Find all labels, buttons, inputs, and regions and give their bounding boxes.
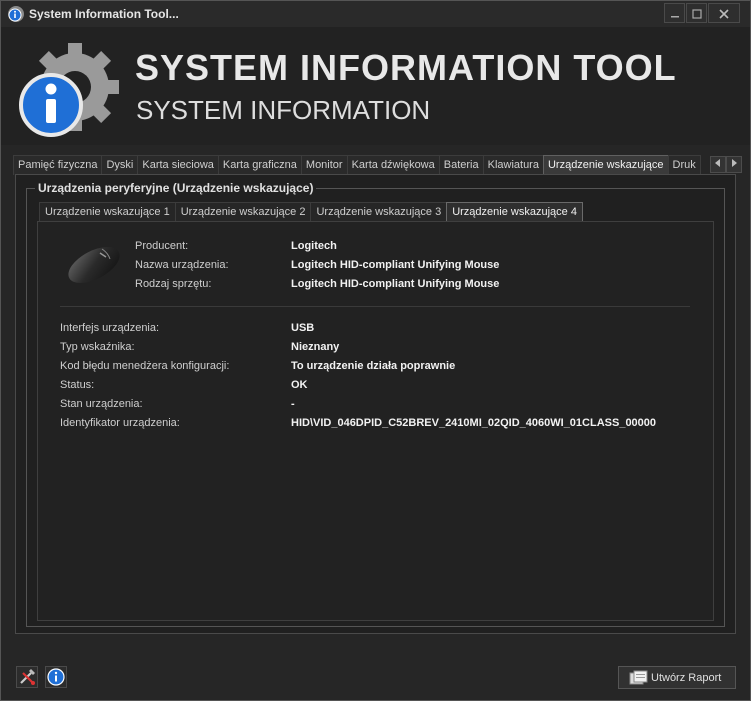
tab-bateria[interactable]: Bateria bbox=[438, 155, 484, 175]
status-value: OK bbox=[291, 379, 308, 391]
create-report-label: Utwórz Raport bbox=[651, 672, 722, 684]
gear-info-logo-icon bbox=[19, 43, 119, 137]
minimize-icon bbox=[670, 16, 679, 18]
device-state-label: Stan urządzenia: bbox=[60, 398, 143, 410]
device-subtabs: Urządzenie wskazujące 1 Urządzenie wskazu… bbox=[39, 202, 583, 222]
device-details-panel: Producent: Logitech Nazwa urządzenia: Lo… bbox=[37, 221, 714, 621]
tab-karta-graficzna[interactable]: Karta graficzna bbox=[217, 155, 302, 175]
config-error-value: To urządzenie działa poprawnie bbox=[291, 360, 456, 372]
tab-dyski[interactable]: Dyski bbox=[101, 155, 139, 175]
pointer-type-value: Nieznany bbox=[291, 341, 340, 353]
mouse-icon bbox=[68, 246, 120, 284]
header-banner: SYSTEM INFORMATION TOOL SYSTEM INFORMATI… bbox=[1, 27, 750, 145]
interface-label: Interfejs urządzenia: bbox=[60, 322, 160, 334]
subtab-device-3[interactable]: Urządzenie wskazujące 3 bbox=[310, 202, 448, 222]
maximize-icon bbox=[691, 9, 702, 19]
tab-karta-dzwiekowa[interactable]: Karta dźwiękowa bbox=[346, 155, 440, 175]
tab-klawiatura[interactable]: Klawiatura bbox=[482, 155, 544, 175]
tab-scroll-right-button[interactable] bbox=[726, 156, 742, 173]
group-title: Urządzenia peryferyjne (Urządzenie wskaz… bbox=[35, 181, 317, 195]
tab-urzadzenie-wskazujace[interactable]: Urządzenie wskazujące bbox=[542, 155, 669, 175]
tab-karta-sieciowa[interactable]: Karta sieciowa bbox=[137, 155, 219, 175]
interface-value: USB bbox=[291, 322, 315, 334]
device-state-value: - bbox=[291, 398, 295, 410]
separator bbox=[60, 306, 690, 307]
tab-monitor[interactable]: Monitor bbox=[300, 155, 348, 175]
subtab-device-1[interactable]: Urządzenie wskazujące 1 bbox=[39, 202, 176, 222]
chevron-left-icon bbox=[715, 159, 720, 167]
info-button[interactable] bbox=[45, 666, 67, 688]
device-id-label: Identyfikator urządzenia: bbox=[60, 417, 180, 429]
pointer-type-label: Typ wskaźnika: bbox=[60, 341, 135, 353]
title-bar[interactable]: System Information Tool... bbox=[1, 1, 750, 27]
tools-button[interactable] bbox=[16, 666, 38, 688]
subtab-device-4[interactable]: Urządzenie wskazujące 4 bbox=[446, 202, 583, 222]
report-icon bbox=[629, 670, 648, 685]
producer-label: Producent: bbox=[135, 240, 189, 252]
device-name-label: Nazwa urządzenia: bbox=[135, 259, 229, 271]
status-label: Status: bbox=[60, 379, 95, 391]
subtab-device-2[interactable]: Urządzenie wskazujące 2 bbox=[174, 202, 312, 222]
header-title: SYSTEM INFORMATION TOOL bbox=[135, 47, 677, 88]
window-title: System Information Tool... bbox=[29, 7, 179, 21]
device-name-value: Logitech HID-compliant Unifying Mouse bbox=[291, 259, 500, 271]
main-tabs: Pamięć fizyczna Dyski Karta sieciowa Karta … bbox=[13, 155, 724, 175]
config-error-label: Kod błędu menedżera konfiguracji: bbox=[60, 360, 230, 372]
minimize-button[interactable] bbox=[664, 3, 685, 23]
tab-pamiec-fizyczna[interactable]: Pamięć fizyczna bbox=[13, 155, 103, 175]
tab-drukarka[interactable]: Druk bbox=[667, 155, 701, 175]
producer-value: Logitech bbox=[291, 240, 337, 252]
header-subtitle: SYSTEM INFORMATION bbox=[136, 95, 431, 125]
chevron-right-icon bbox=[732, 159, 737, 167]
tab-scroll-left-button[interactable] bbox=[710, 156, 726, 173]
maximize-button[interactable] bbox=[686, 3, 707, 23]
close-icon bbox=[719, 9, 729, 19]
close-button[interactable] bbox=[708, 3, 740, 23]
app-icon bbox=[8, 6, 24, 22]
app-window: System Information Tool... SYSTEM INFORM… bbox=[0, 0, 751, 701]
info-icon bbox=[47, 668, 65, 686]
hardware-type-label: Rodzaj sprzętu: bbox=[135, 278, 212, 290]
tools-icon bbox=[20, 669, 35, 685]
hardware-type-value: Logitech HID-compliant Unifying Mouse bbox=[291, 278, 500, 290]
create-report-button[interactable]: Utwórz Raport bbox=[618, 666, 736, 689]
device-id-value: HID\VID_046DPID_C52BREV_2410MI_02QID_406… bbox=[291, 417, 657, 429]
